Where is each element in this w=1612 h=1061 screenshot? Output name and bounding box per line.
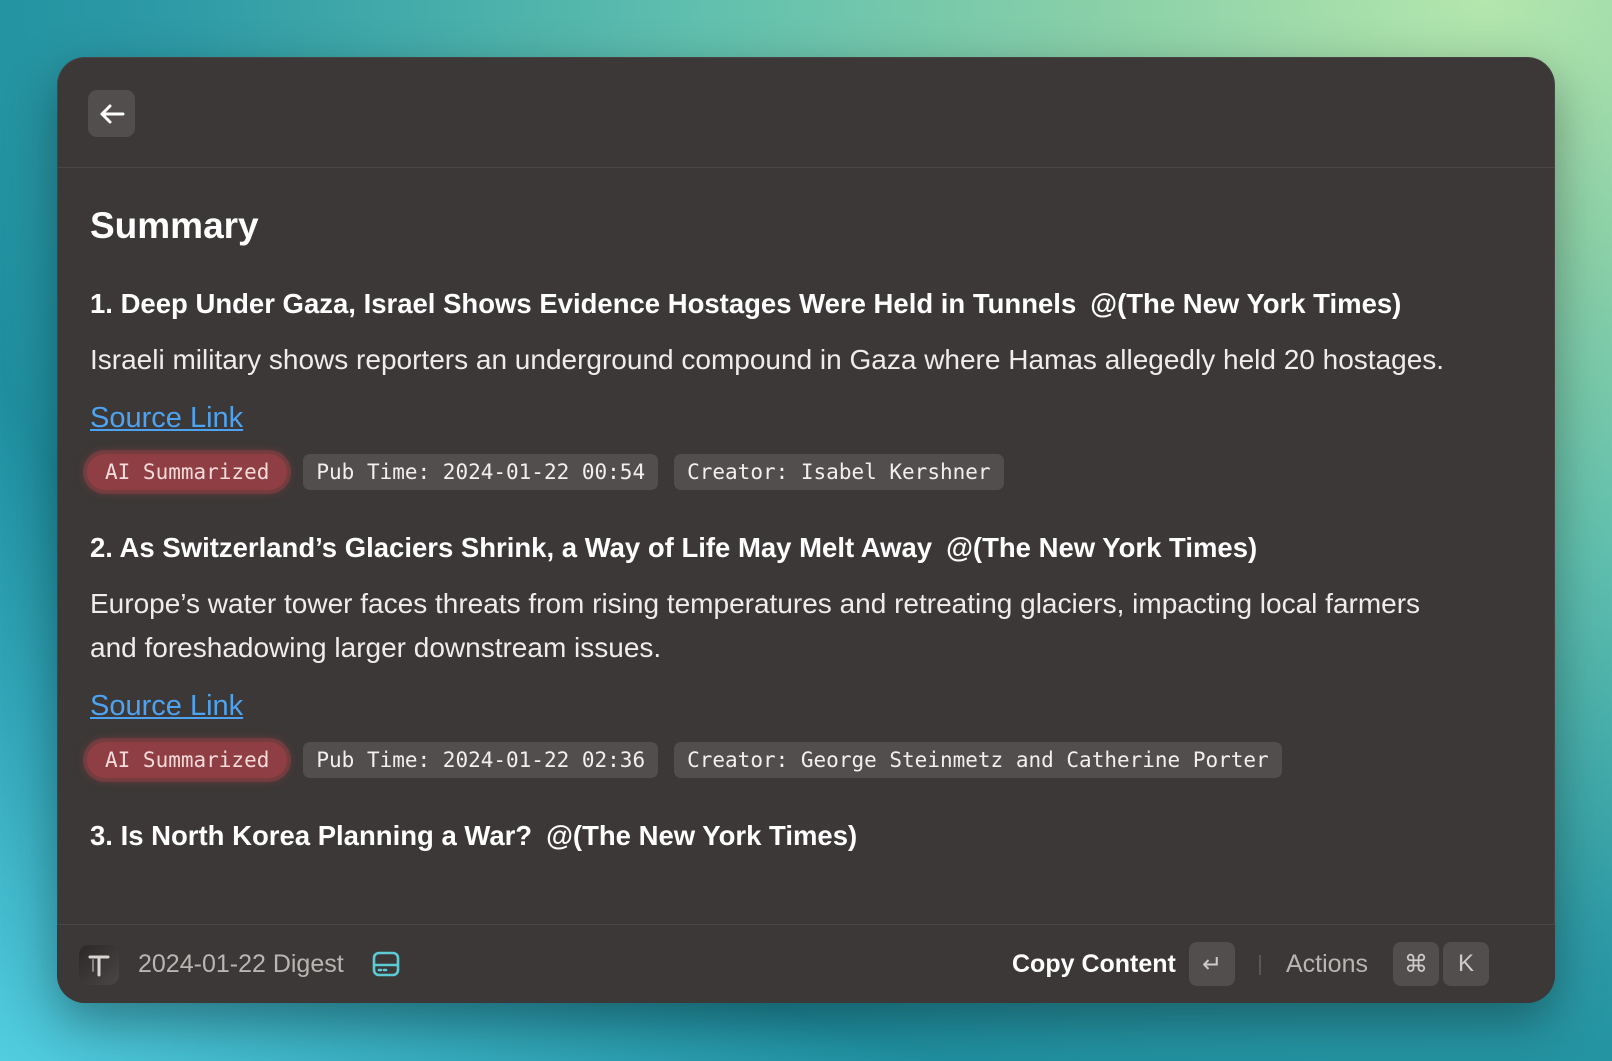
pub-time-tag: Pub Time: 2024-01-22 02:36	[303, 742, 659, 778]
item-description: Israeli military shows reporters an unde…	[90, 344, 1445, 375]
ai-summarized-tag: AI Summarized	[87, 742, 288, 778]
copy-content-button[interactable]: Copy Content	[1012, 947, 1176, 981]
actions-button[interactable]: Actions	[1286, 947, 1368, 981]
tag-list: AI Summarized Pub Time: 2024-01-22 02:36…	[87, 742, 1522, 778]
item-description: Europe’s water tower faces threats from …	[90, 588, 1421, 663]
item-headline: 1. Deep Under Gaza, Israel Shows Evidenc…	[90, 288, 1077, 319]
arrow-left-icon	[100, 104, 124, 123]
item-source: @(The New York Times)	[546, 820, 858, 851]
pub-time-tag: Pub Time: 2024-01-22 00:54	[303, 454, 659, 490]
summary-item: 2. As Switzerland’s Glaciers Shrink, a W…	[87, 530, 1522, 778]
creator-tag: Creator: George Steinmetz and Catherine …	[674, 742, 1282, 778]
tag-list: AI Summarized Pub Time: 2024-01-22 00:54…	[87, 454, 1522, 490]
item-title: 1. Deep Under Gaza, Israel Shows Evidenc…	[90, 286, 1522, 322]
action-bar: 2024-01-22 Digest Copy Content ↵ Actions…	[57, 924, 1555, 1003]
k-shortcut-key: K	[1443, 942, 1489, 986]
hard-drive-icon	[372, 951, 400, 977]
back-button[interactable]	[88, 90, 135, 137]
source-link[interactable]: Source Link	[90, 688, 243, 724]
ai-summarized-tag: AI Summarized	[87, 454, 288, 490]
app-logo-icon	[79, 945, 119, 985]
creator-tag: Creator: Isabel Kershner	[674, 454, 1004, 490]
enter-shortcut-key: ↵	[1189, 942, 1235, 986]
footer-title: 2024-01-22 Digest	[138, 950, 344, 978]
command-key-icon: ⌘	[1393, 942, 1439, 986]
item-headline: 2. As Switzerland’s Glaciers Shrink, a W…	[90, 532, 933, 563]
extension-window: Summary 1. Deep Under Gaza, Israel Shows…	[57, 57, 1555, 1003]
page-title: Summary	[90, 205, 259, 246]
item-title: 3. Is North Korea Planning a War? @(The N…	[90, 818, 1522, 854]
item-source: @(The New York Times)	[946, 532, 1258, 563]
item-title: 2. As Switzerland’s Glaciers Shrink, a W…	[90, 530, 1522, 566]
detail-content[interactable]: Summary 1. Deep Under Gaza, Israel Shows…	[57, 168, 1555, 925]
item-source: @(The New York Times)	[1090, 288, 1402, 319]
summary-item: 1. Deep Under Gaza, Israel Shows Evidenc…	[87, 286, 1522, 490]
source-link[interactable]: Source Link	[90, 400, 243, 436]
item-headline: 3. Is North Korea Planning a War?	[90, 820, 533, 851]
top-bar	[57, 57, 1555, 168]
summary-item: 3. Is North Korea Planning a War? @(The N…	[90, 818, 1522, 854]
footer-divider	[1259, 955, 1261, 975]
